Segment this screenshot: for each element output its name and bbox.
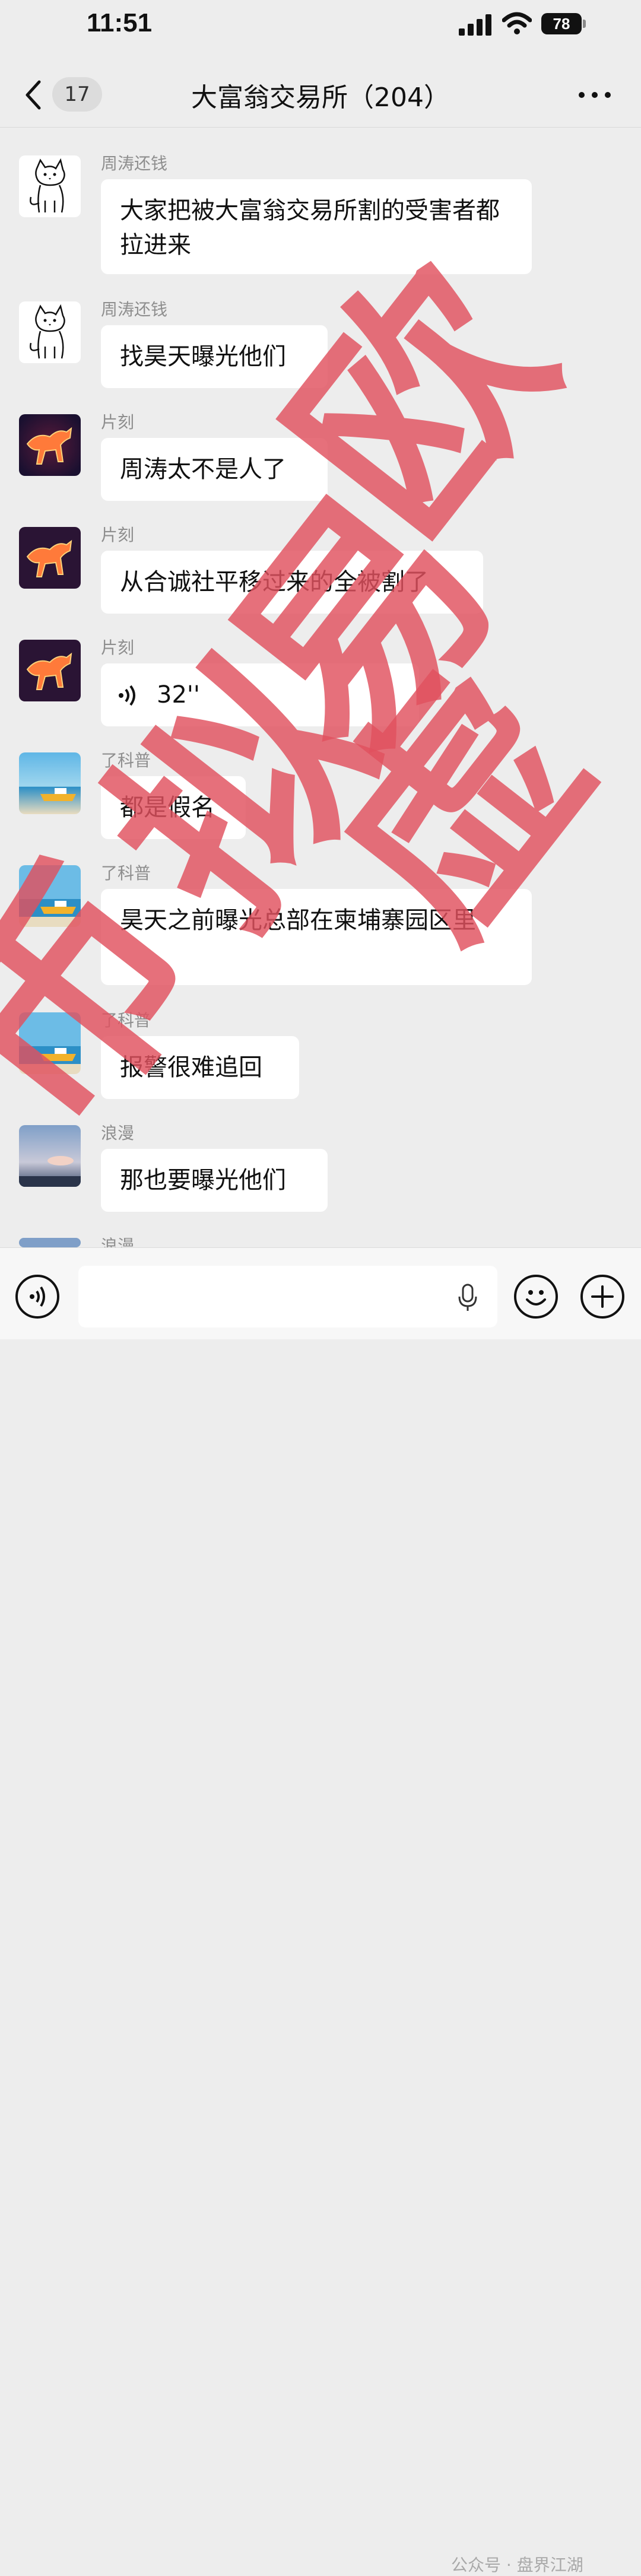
sunset-sky-avatar-icon <box>19 1125 81 1187</box>
sender-name: 了科普 <box>101 863 151 883</box>
battery-indicator: 78 <box>541 13 582 34</box>
fire-horse-avatar-icon <box>19 414 81 476</box>
avatar[interactable] <box>19 1238 81 1247</box>
stamp-char: 易 <box>181 448 545 805</box>
boat-avatar-icon <box>19 865 81 927</box>
sender-name: 片刻 <box>101 638 135 658</box>
emoji-button[interactable] <box>514 1275 558 1319</box>
message-bubble[interactable]: 报警很难追回 <box>101 1036 299 1099</box>
more-options-icon[interactable] <box>577 91 613 99</box>
cellular-signal-icon <box>459 14 491 36</box>
voice-input-button[interactable] <box>15 1275 59 1319</box>
cat-avatar-icon <box>19 301 81 363</box>
avatar[interactable] <box>19 1125 81 1187</box>
sender-name: 了科普 <box>101 751 151 770</box>
message-bubble[interactable]: 那也要曝光他们 <box>101 1149 328 1212</box>
sender-name: 片刻 <box>101 412 135 432</box>
unread-count-badge[interactable]: 17 <box>52 77 102 112</box>
fire-horse-avatar-icon <box>19 640 81 701</box>
more-functions-button[interactable] <box>580 1275 624 1319</box>
message-bubble[interactable]: 周涛太不是人了 <box>101 438 328 501</box>
message-bubble[interactable]: 从合诚社平移过来的全被割了 <box>101 551 483 614</box>
voice-duration: 32'' <box>157 681 200 709</box>
wifi-icon <box>502 12 532 34</box>
avatar[interactable] <box>19 865 81 927</box>
sender-name: 了科普 <box>101 1011 151 1030</box>
avatar[interactable] <box>19 640 81 701</box>
sender-name: 周涛还钱 <box>101 154 168 173</box>
microphone-icon[interactable] <box>456 1284 480 1312</box>
battery-tip <box>583 20 586 28</box>
message-bubble[interactable]: 找昊天曝光他们 <box>101 325 328 388</box>
message-bubble[interactable]: 都是假名 <box>101 776 246 839</box>
voice-wave-icon <box>119 685 135 706</box>
header-divider <box>0 127 641 128</box>
avatar[interactable] <box>19 414 81 476</box>
boat-avatar-icon <box>19 1012 81 1074</box>
sender-name: 片刻 <box>101 525 135 545</box>
avatar[interactable] <box>19 1012 81 1074</box>
stamp-char: 欧 <box>240 223 604 579</box>
avatar[interactable] <box>19 527 81 589</box>
message-bubble[interactable]: 大家把被大富翁交易所割的受害者都拉进来 <box>101 179 532 274</box>
status-bar: 11:51 78 <box>0 0 641 53</box>
message-input[interactable] <box>78 1266 497 1327</box>
input-bar: 公众号 · 盘界江湖 <box>0 1247 641 2575</box>
voice-message-bubble[interactable]: 32'' <box>101 663 419 726</box>
voice-wave-icon <box>30 1286 45 1307</box>
smiley-icon <box>526 1290 546 1306</box>
back-arrow-icon[interactable] <box>21 77 45 113</box>
chat-header: 大富翁交易所（204） 17 <box>0 65 641 125</box>
plus-icon <box>591 1285 614 1308</box>
avatar[interactable] <box>19 301 81 363</box>
avatar[interactable] <box>19 155 81 217</box>
watermark: 公众号 · 盘界江湖 <box>451 2555 583 2575</box>
boat-avatar-icon <box>19 752 81 814</box>
cat-avatar-icon <box>19 155 81 217</box>
avatar[interactable] <box>19 752 81 814</box>
clock: 11:51 <box>87 8 153 37</box>
sender-name: 周涛还钱 <box>101 300 168 319</box>
sender-name: 浪漫 <box>101 1123 135 1143</box>
message-bubble[interactable]: 昊天之前曝光总部在柬埔寨园区里 <box>101 889 532 985</box>
fire-horse-avatar-icon <box>19 527 81 589</box>
